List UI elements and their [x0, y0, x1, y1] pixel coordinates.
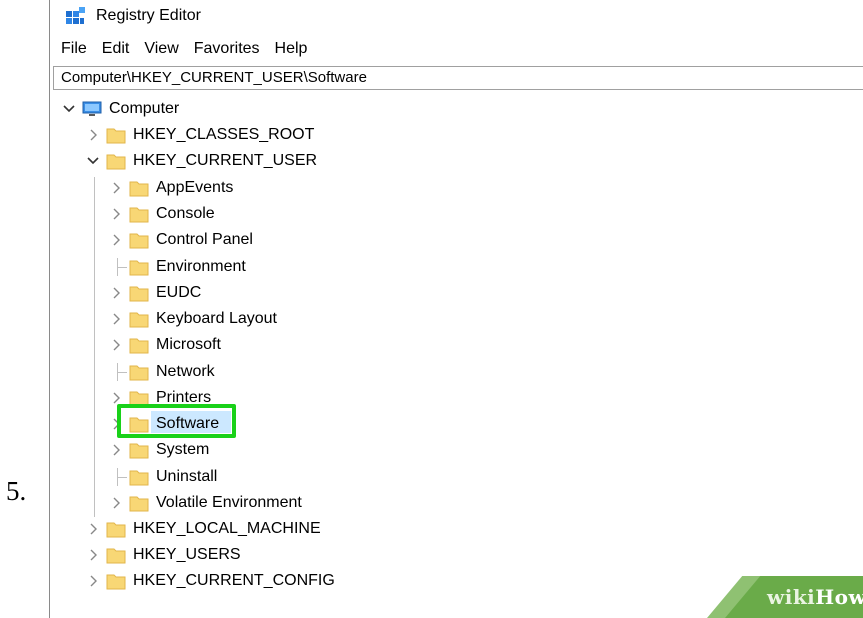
chevron-right-icon[interactable] — [86, 574, 100, 588]
tree-node-hkey-current-config[interactable]: HKEY_CURRENT_CONFIG — [86, 569, 335, 593]
folder-icon — [129, 257, 149, 277]
address-bar[interactable]: Computer\HKEY_CURRENT_USER\Software — [53, 66, 863, 90]
tree-node-label: EUDC — [156, 284, 202, 301]
folder-icon — [129, 335, 149, 355]
tree-node-uninstall[interactable]: Uninstall — [109, 465, 217, 489]
folder-icon — [106, 151, 126, 171]
menu-bar: File Edit View Favorites Help — [50, 38, 311, 60]
tree-node-label: Network — [156, 363, 215, 380]
tree-node-hkey-local-machine[interactable]: HKEY_LOCAL_MACHINE — [86, 517, 321, 541]
chevron-right-icon[interactable] — [86, 128, 100, 142]
software-highlight-box — [117, 404, 236, 438]
menu-favorites[interactable]: Favorites — [194, 40, 260, 58]
tree-node-appevents[interactable]: AppEvents — [109, 176, 233, 200]
chevron-right-icon[interactable] — [109, 233, 123, 247]
tree-connector — [94, 177, 95, 517]
folder-icon — [129, 467, 149, 487]
folder-icon — [129, 283, 149, 303]
watermark-suffix: How — [815, 585, 863, 609]
tree-node-label: HKEY_LOCAL_MACHINE — [133, 520, 321, 537]
tree-node-label: Control Panel — [156, 231, 253, 248]
tree-node-label: AppEvents — [156, 179, 234, 196]
tree-node-label: HKEY_CURRENT_CONFIG — [133, 572, 335, 589]
tree-node-label: System — [156, 441, 210, 458]
chevron-right-icon[interactable] — [109, 207, 123, 221]
chevron-right-icon[interactable] — [109, 181, 123, 195]
tree-node-hkey-classes-root[interactable]: HKEY_CLASSES_ROOT — [86, 123, 314, 147]
tree-node-console[interactable]: Console — [109, 202, 215, 226]
chevron-right-icon[interactable] — [86, 522, 100, 536]
folder-icon — [106, 125, 126, 145]
folder-icon — [106, 519, 126, 539]
chevron-right-icon[interactable] — [109, 286, 123, 300]
window-title: Registry Editor — [96, 7, 201, 24]
watermark-text: wikiHow — [767, 585, 863, 609]
tree-node-environment[interactable]: Environment — [109, 255, 246, 279]
folder-icon — [129, 178, 149, 198]
registry-editor-window: Registry Editor File Edit View Favorites… — [49, 0, 863, 618]
chevron-right-icon[interactable] — [109, 312, 123, 326]
folder-icon — [129, 309, 149, 329]
tree-node-label: HKEY_CURRENT_USER — [133, 152, 318, 169]
wikihow-watermark: wikiHow — [707, 576, 863, 618]
computer-icon — [82, 99, 102, 119]
registry-editor-icon — [66, 6, 85, 26]
chevron-right-icon[interactable] — [109, 496, 123, 510]
menu-view[interactable]: View — [144, 40, 178, 58]
tree-node-control-panel[interactable]: Control Panel — [109, 228, 253, 252]
tree-node-label: Microsoft — [156, 336, 221, 353]
tree-node-label: Keyboard Layout — [156, 310, 277, 327]
folder-icon — [129, 493, 149, 513]
step-number: 5. — [6, 476, 27, 506]
folder-icon — [129, 230, 149, 250]
chevron-down-icon[interactable] — [62, 102, 76, 116]
tree-node-label: Volatile Environment — [156, 494, 302, 511]
title-bar: Registry Editor — [50, 4, 863, 28]
tree-node-microsoft[interactable]: Microsoft — [109, 333, 221, 357]
tree-node-network[interactable]: Network — [109, 360, 215, 384]
tree-node-label: HKEY_CLASSES_ROOT — [133, 126, 315, 143]
chevron-down-icon[interactable] — [86, 154, 100, 168]
tree-node-label: HKEY_USERS — [133, 546, 241, 563]
tree-node-label: Environment — [156, 258, 246, 275]
tree-node-computer[interactable]: Computer — [62, 97, 179, 121]
tree-node-keyboard-layout[interactable]: Keyboard Layout — [109, 307, 277, 331]
folder-icon — [129, 440, 149, 460]
tree-node-hkey-current-user[interactable]: HKEY_CURRENT_USER — [86, 149, 317, 173]
tree-node-hkey-users[interactable]: HKEY_USERS — [86, 543, 241, 567]
tree-node-eudc[interactable]: EUDC — [109, 281, 201, 305]
watermark-prefix: wiki — [767, 585, 816, 609]
folder-icon — [129, 362, 149, 382]
tree-node-label: Computer — [109, 100, 180, 117]
chevron-right-icon[interactable] — [109, 391, 123, 405]
tree-node-volatile-environment[interactable]: Volatile Environment — [109, 491, 302, 515]
folder-icon — [106, 571, 126, 591]
menu-edit[interactable]: Edit — [102, 40, 130, 58]
chevron-right-icon[interactable] — [86, 548, 100, 562]
tree-node-label: Console — [156, 205, 215, 222]
folder-icon — [129, 204, 149, 224]
chevron-right-icon[interactable] — [109, 443, 123, 457]
tree-node-label: Uninstall — [156, 468, 218, 485]
folder-icon — [106, 545, 126, 565]
menu-help[interactable]: Help — [275, 40, 308, 58]
tree-node-system[interactable]: System — [109, 438, 209, 462]
chevron-right-icon[interactable] — [109, 338, 123, 352]
menu-file[interactable]: File — [61, 40, 87, 58]
